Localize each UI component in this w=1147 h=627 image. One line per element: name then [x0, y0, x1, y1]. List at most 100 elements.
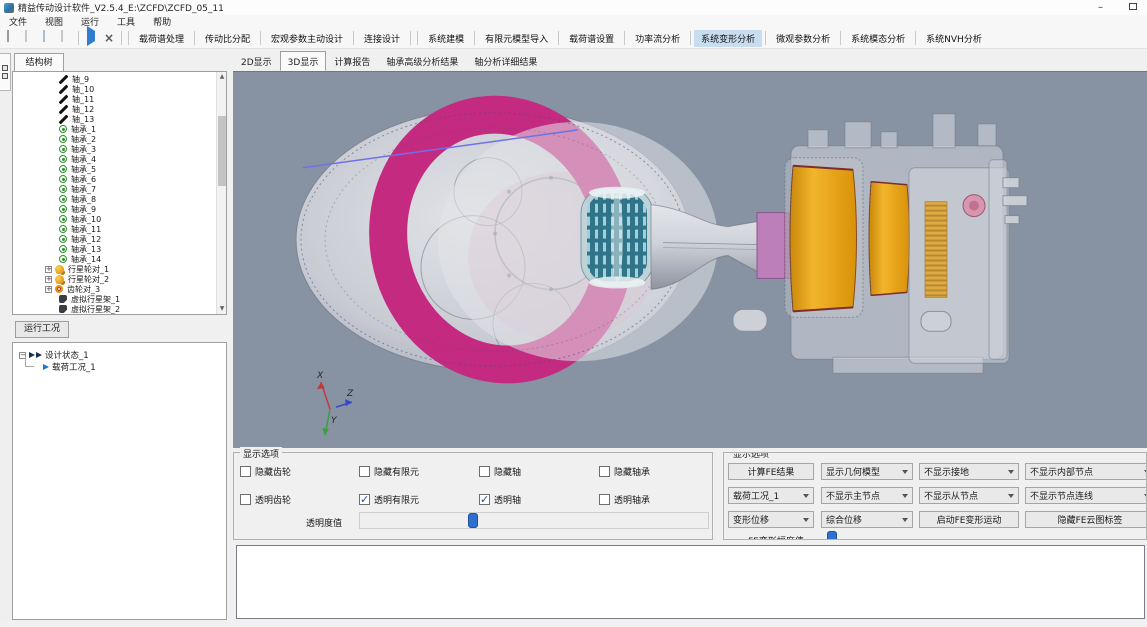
node-lines-combo[interactable]: 不显示节点连线 [1025, 487, 1146, 504]
run-condition-button[interactable]: 运行工况 [15, 321, 69, 338]
scroll-thumb[interactable] [218, 116, 226, 186]
tab-report[interactable]: 计算报告 [326, 51, 378, 71]
load-case-combo[interactable]: 载荷工况_1 [728, 487, 814, 504]
checkbox-hide-bearings[interactable]: 隐藏轴承 [599, 465, 650, 478]
toolbar-btn-power-flow[interactable]: 功率流分析 [628, 30, 687, 47]
tree-item-bearing[interactable]: 轴承_8 [13, 194, 216, 204]
internal-nodes-combo[interactable]: 不显示内部节点 [1025, 463, 1146, 480]
run-icon[interactable] [84, 26, 98, 46]
checkbox-hide-fe[interactable]: 隐藏有限元 [359, 465, 419, 478]
tree-item-bearing[interactable]: 轴承_6 [13, 174, 216, 184]
tree-item-bearing[interactable]: 轴承_2 [13, 134, 216, 144]
tree-item-shaft[interactable]: 轴_12 [13, 104, 216, 114]
toolbar-btn-load-settings[interactable]: 载荷谱设置 [562, 30, 621, 47]
tree-item-bearing[interactable]: 轴承_10 [13, 214, 216, 224]
menu-view[interactable]: 视图 [36, 15, 72, 28]
structure-tree: 轴_9 轴_10 轴_11 轴_12 轴_13 轴承_1 轴承_2 轴承_3 轴… [12, 71, 227, 315]
tree-item-bearing[interactable]: 轴承_12 [13, 234, 216, 244]
3d-viewport[interactable]: X Y Z [233, 71, 1147, 448]
tab-3d-display[interactable]: 3D显示 [279, 51, 327, 71]
expand-icon[interactable] [45, 275, 52, 283]
design-state-item[interactable]: 设计状态_1 [13, 349, 226, 361]
tab-2d-display[interactable]: 2D显示 [233, 51, 280, 71]
ground-display-combo[interactable]: 不显示接地 [919, 463, 1019, 480]
toolbar-btn-system-modal[interactable]: 系统模态分析 [844, 30, 912, 47]
scroll-up-icon[interactable]: ▲ [217, 72, 226, 82]
displacement-combo[interactable]: 综合位移 [821, 511, 913, 528]
toolbar-btn-fe-import[interactable]: 有限元模型导入 [478, 30, 555, 47]
checkbox-icon[interactable] [359, 466, 370, 477]
tree-item-bearing[interactable]: 轴承_3 [13, 144, 216, 154]
checkbox-icon[interactable] [240, 466, 251, 477]
checkbox-icon[interactable] [599, 466, 610, 477]
toolbar-btn-connection-design[interactable]: 连接设计 [357, 30, 407, 47]
checkbox-icon[interactable] [479, 493, 490, 506]
hide-fe-labels-button[interactable]: 隐藏FE云图标签 [1025, 511, 1146, 528]
slider-handle[interactable] [827, 531, 838, 539]
toolbar-btn-system-deformation[interactable]: 系统变形分析 [694, 29, 763, 47]
fe-amplitude-slider[interactable] [824, 531, 1146, 539]
stop-icon[interactable]: × [102, 31, 116, 45]
menu-file[interactable]: 文件 [0, 15, 36, 28]
menu-help[interactable]: 帮助 [144, 15, 180, 28]
toolbar-btn-micro-params[interactable]: 微观参数分析 [769, 30, 837, 47]
axis-y-label: Y [331, 416, 338, 426]
checkbox-icon[interactable] [479, 466, 490, 477]
tree-item-planet-pair[interactable]: 行星轮对_2 [13, 274, 216, 284]
tree-item-shaft[interactable]: 轴_11 [13, 94, 216, 104]
slave-nodes-combo[interactable]: 不显示从节点 [919, 487, 1019, 504]
deform-type-combo[interactable]: 变形位移 [728, 511, 814, 528]
checkbox-transparent-bearings[interactable]: 透明轴承 [599, 493, 650, 506]
tree-item-shaft[interactable]: 轴_10 [13, 84, 216, 94]
toolbar-btn-load-spectrum[interactable]: 载荷谱处理 [132, 30, 191, 47]
tab-shaft-results[interactable]: 轴分析详细结果 [466, 51, 545, 71]
tree-item-gear-pair[interactable]: 齿轮对_3 [13, 284, 216, 294]
tree-item-bearing[interactable]: 轴承_5 [13, 164, 216, 174]
toolbar-btn-system-modeling[interactable]: 系统建模 [421, 30, 471, 47]
tree-item-shaft[interactable]: 轴_13 [13, 114, 216, 124]
checkbox-transparent-gears[interactable]: 透明齿轮 [240, 493, 291, 506]
toolbar-btn-macro-design[interactable]: 宏观参数主动设计 [264, 30, 350, 47]
tab-bearing-results[interactable]: 轴承高级分析结果 [378, 51, 466, 71]
tree-scrollbar[interactable]: ▲ ▼ [216, 72, 226, 314]
minimize-icon[interactable]: – [1098, 0, 1103, 15]
tree-item-bearing[interactable]: 轴承_7 [13, 184, 216, 194]
checkbox-icon[interactable] [359, 493, 370, 506]
toolbar-btn-ratio-allocation[interactable]: 传动比分配 [198, 30, 257, 47]
compute-fe-button[interactable]: 计算FE结果 [728, 463, 814, 480]
tree-item-bearing[interactable]: 轴承_9 [13, 204, 216, 214]
expand-icon[interactable] [45, 265, 52, 273]
load-case-item[interactable]: 载荷工况_1 [13, 357, 226, 373]
tree-item-bearing[interactable]: 轴承_14 [13, 254, 216, 264]
menu-tools[interactable]: 工具 [108, 15, 144, 28]
tree-item-bearing[interactable]: 轴承_11 [13, 224, 216, 234]
3d-model: X Y Z [295, 95, 1028, 436]
master-nodes-combo[interactable]: 不显示主节点 [821, 487, 913, 504]
tree-item-planet-pair[interactable]: 行星轮对_1 [13, 264, 216, 274]
checkbox-icon[interactable] [599, 494, 610, 505]
tree-item-shaft[interactable]: 轴_9 [13, 74, 216, 84]
tree-item-carrier[interactable]: 虚拟行星架_2 [13, 304, 216, 314]
checkbox-transparent-shafts[interactable]: 透明轴 [479, 493, 521, 506]
collapsed-panel-tab-icon[interactable] [0, 53, 11, 91]
scroll-down-icon[interactable]: ▼ [217, 304, 226, 314]
checkbox-transparent-fe[interactable]: 透明有限元 [359, 493, 419, 506]
transparency-slider[interactable] [359, 512, 709, 529]
start-fe-animation-button[interactable]: 启动FE变形运动 [919, 511, 1019, 528]
new-file-icon[interactable] [5, 30, 19, 45]
tab-structure-tree[interactable]: 结构树 [14, 53, 64, 71]
expand-icon[interactable] [45, 285, 52, 293]
shaft-icon [59, 75, 68, 84]
checkbox-hide-shafts[interactable]: 隐藏轴 [479, 465, 521, 478]
tree-item-carrier[interactable]: 虚拟行星架_1 [13, 294, 216, 304]
maximize-icon[interactable] [1129, 0, 1137, 15]
checkbox-hide-gears[interactable]: 隐藏齿轮 [240, 465, 291, 478]
tree-item-bearing[interactable]: 轴承_1 [13, 124, 216, 134]
checkbox-icon[interactable] [240, 494, 251, 505]
toolbar-btn-nvh[interactable]: 系统NVH分析 [919, 30, 989, 47]
slider-handle[interactable] [467, 513, 478, 528]
tree-item-bearing[interactable]: 轴承_4 [13, 154, 216, 164]
geometry-model-combo[interactable]: 显示几何模型 [821, 463, 913, 480]
message-log-panel[interactable] [236, 545, 1145, 619]
tree-item-bearing[interactable]: 轴承_13 [13, 244, 216, 254]
